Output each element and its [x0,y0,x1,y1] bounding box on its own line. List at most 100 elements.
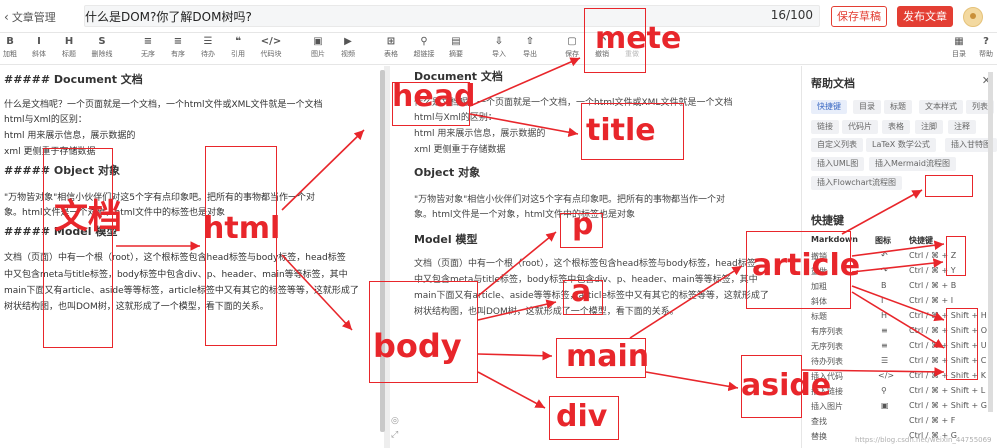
help-tag[interactable]: LaTeX 数学公式 [866,138,936,152]
link-button[interactable]: ⚲ 超链接 [411,35,437,59]
shortcut-key: Ctrl / ⌘ + B [909,281,957,290]
code-icon: </> [260,36,282,47]
annotation-label-html: html [203,211,281,246]
shortcut-name: 替换 [811,432,827,441]
bold-icon: B [6,36,14,47]
title-input[interactable]: 什么是DOM?你了解DOM树吗? 16/100 [84,5,820,27]
toolbar-label: 导出 [523,50,537,58]
ordered-list-icon: ≡ [173,36,183,47]
shortcut-key: Ctrl / ⌘ + Shift + G [909,401,987,410]
heading-button[interactable]: H 标题 [56,35,82,59]
annotation-label-a: a [571,274,592,309]
preview-paragraph: xml 更侧重于存储数据 [414,145,506,155]
help-tag[interactable]: 插入Flowchart流程图 [811,176,903,190]
annotation-box-keys-1 [946,236,966,276]
annotation-label-article: article [752,248,861,283]
help-title: 帮助文档 [811,77,855,90]
help-tag[interactable]: 链接 [811,120,839,134]
help-tag[interactable]: 表格 [882,120,910,134]
heading-icon: H [881,311,888,320]
quote-icon: ❝ [235,36,241,47]
todo-icon: ☰ [881,356,889,365]
unordered-list-button[interactable]: ≡ 无序 [135,35,161,59]
italic-button[interactable]: I 斜体 [26,35,52,59]
annotation-box-small [925,175,973,197]
annotation-label-div: div [556,399,608,434]
toolbar-label: 加粗 [3,50,17,58]
preview-heading-model: Model 模型 [414,233,478,246]
toolbar-label: 无序 [141,50,155,58]
help-tag[interactable]: 文本样式 [919,100,963,114]
help-tag[interactable]: 插入Mermaid流程图 [869,157,956,171]
help-tag[interactable]: 注脚 [915,120,943,134]
summary-icon: ▤ [451,36,461,47]
export-button[interactable]: ⇧ 导出 [517,35,543,59]
shortcut-name: 无序列表 [811,342,843,351]
back-label: 文章管理 [11,11,56,24]
preview-paragraph: "万物皆对象"相信小伙伴们对这5个字有点印象吧。把所有的事物都当作一个对 [414,195,726,205]
help-tag[interactable]: 插入UML图 [811,157,865,171]
annotation-label-p: p [572,207,594,242]
shortcut-key: Ctrl / ⌘ + Shift + L [909,386,986,395]
toc-button[interactable]: ▦ 目录 [946,35,972,59]
ordered-list-button[interactable]: ≡ 有序 [165,35,191,59]
table-button[interactable]: ⊞ 表格 [378,35,404,59]
help-tag[interactable]: 代码片 [842,120,878,134]
shortcut-name: 待办列表 [811,357,843,366]
preview-heading-object: Object 对象 [414,166,481,179]
summary-button[interactable]: ▤ 摘要 [443,35,469,59]
unordered-list-icon: ≡ [143,36,153,47]
preview-side-icons: ◎ ⤢ [391,416,399,440]
save-draft-button[interactable]: 保存草稿 [831,6,887,27]
annotation-label-main: main [566,339,650,374]
link-icon: ⚲ [420,36,428,47]
help-tag[interactable]: 标题 [884,100,912,114]
help-tag[interactable]: 自定义列表 [811,138,863,152]
publish-button[interactable]: 发布文章 [897,6,953,27]
strikethrough-button[interactable]: S 删除线 [89,35,115,59]
fullscreen-icon[interactable]: ⤢ [391,430,399,440]
editor-line: html与Xml的区别： [4,115,87,125]
help-tag[interactable]: 目录 [853,100,881,114]
italic-icon: I [37,36,41,47]
shortcut-row: 插入图片 ▣ Ctrl / ⌘ + Shift + G [802,399,997,415]
location-icon[interactable]: ◎ [391,416,399,426]
annotation-box-html [205,146,277,346]
save-button[interactable]: ▢ 保存 [559,35,585,59]
bold-icon: B [881,281,887,290]
toolbar-label: 删除线 [91,50,113,58]
video-button[interactable]: ▶ 视频 [335,35,361,59]
avatar[interactable] [963,7,983,27]
toolbar-label: 代码块 [260,50,282,58]
table-icon: ⊞ [386,36,396,47]
toc-icon: ▦ [954,36,964,47]
editor-line: html 用来展示信息，展示数据的 [4,131,136,141]
help-tag[interactable]: 快捷键 [811,100,847,114]
help-button[interactable]: ? 帮助 [973,35,997,59]
annotation-label-head: head [392,79,476,114]
toolbar-label: 待办 [201,50,215,58]
code-block-button[interactable]: </> 代码块 [258,35,284,59]
image-icon: ▣ [313,36,323,47]
image-icon: ▣ [881,401,889,410]
back-link[interactable]: ‹ 文章管理 [4,9,56,25]
todo-list-button[interactable]: ☰ 待办 [195,35,221,59]
watermark: https://blog.csdn.net/weixin_44755069 [855,436,992,444]
save-icon: ▢ [567,36,577,47]
undo-icon: ↶ [881,251,888,260]
preview-paragraph: 文档（页面）中有一个根（root），这个根标签包含head标签与body标签，h… [414,259,756,269]
help-tag[interactable]: 注释 [948,120,976,134]
annotation-label-aside: aside [741,368,832,403]
strikethrough-icon: S [98,36,106,47]
bold-button[interactable]: B 加粗 [0,35,23,59]
quote-button[interactable]: ❝ 引用 [225,35,251,59]
annotation-label-wendang: 文档 [54,197,122,237]
heading-icon: H [64,36,74,47]
help-scrollbar[interactable] [988,72,993,412]
redo-icon: ↷ [881,266,888,275]
editor-line: 什么是文档呢？一个页面就是一个文档，一个html文件或XML文件就是一个文档 [4,100,323,110]
import-button[interactable]: ⇩ 导入 [486,35,512,59]
toolbar-label: 保存 [565,50,579,58]
image-button[interactable]: ▣ 图片 [305,35,331,59]
preview-paragraph: html 用来展示信息，展示数据的 [414,129,546,139]
